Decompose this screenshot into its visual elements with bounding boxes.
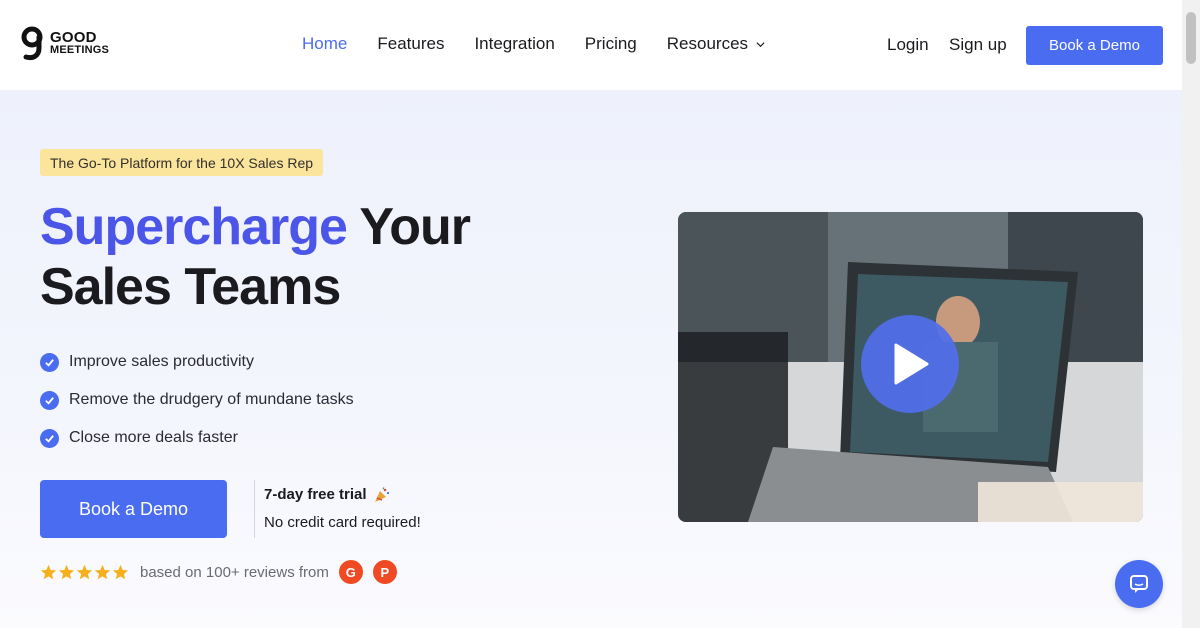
trial-divider <box>254 480 255 538</box>
reviews-text: based on 100+ reviews from <box>140 563 329 581</box>
feature-text: Remove the drudgery of mundane tasks <box>69 391 354 408</box>
star-icon <box>76 564 93 579</box>
feature-text: Improve sales productivity <box>69 353 254 370</box>
nav-item-home[interactable]: Home <box>302 34 347 54</box>
headline-line2: Sales Teams <box>40 258 341 316</box>
brand-logo[interactable]: GOOD MEETINGS <box>20 26 109 62</box>
hero-book-demo-button[interactable]: Book a Demo <box>40 480 227 538</box>
check-circle-icon <box>40 428 59 448</box>
hero-tagline-badge: The Go-To Platform for the 10X Sales Rep <box>40 149 324 176</box>
page-scrollbar[interactable] <box>1182 0 1200 628</box>
brand-name-line1: GOOD <box>50 29 97 46</box>
feature-list: Improve sales productivity Remove the dr… <box>40 343 354 457</box>
check-circle-icon <box>40 390 59 410</box>
nav-item-resources[interactable]: Resources <box>667 34 765 54</box>
nav-item-integration[interactable]: Integration <box>474 34 554 54</box>
play-icon <box>894 343 929 385</box>
demo-video-thumbnail[interactable] <box>678 212 1143 522</box>
nav-item-pricing[interactable]: Pricing <box>585 34 637 54</box>
party-popper-icon <box>374 486 389 502</box>
login-link[interactable]: Login <box>887 35 929 55</box>
brand-name-line2: MEETINGS <box>50 44 110 56</box>
signup-link[interactable]: Sign up <box>949 35 1007 55</box>
trial-title: 7-day free trial <box>264 486 391 503</box>
chat-bubble-icon <box>1130 575 1148 593</box>
star-icon <box>58 564 75 579</box>
trial-title-text: 7-day free trial <box>264 486 367 503</box>
trial-subtext: No credit card required! <box>264 514 421 531</box>
g2-logo-icon[interactable]: G <box>338 560 363 584</box>
check-circle-icon <box>40 352 59 372</box>
hero-section: The Go-To Platform for the 10X Sales Rep… <box>0 90 1182 628</box>
product-hunt-logo-icon[interactable]: P <box>372 560 397 584</box>
scrollbar-thumb[interactable] <box>1186 12 1196 64</box>
nav-item-resources-label: Resources <box>666 34 749 53</box>
review-strip: based on 100+ reviews from G P <box>40 560 407 584</box>
star-rating <box>40 564 130 581</box>
feature-item: Close more deals faster <box>40 419 354 457</box>
feature-text: Close more deals faster <box>69 429 238 446</box>
chevron-down-icon <box>756 41 765 47</box>
headline-accent: Supercharge <box>40 198 348 256</box>
feature-item: Remove the drudgery of mundane tasks <box>40 381 354 419</box>
nav-item-features[interactable]: Features <box>377 34 444 54</box>
star-icon <box>94 564 111 579</box>
header-book-demo-button[interactable]: Book a Demo <box>1026 26 1163 65</box>
feature-item: Improve sales productivity <box>40 343 354 381</box>
hero-headline: Supercharge Your Sales Teams <box>40 197 471 317</box>
g-logo-icon <box>21 26 43 61</box>
headline-part: Your <box>346 198 471 256</box>
site-header: GOOD MEETINGS Home Features Integration … <box>0 0 1182 90</box>
star-icon <box>112 564 129 579</box>
star-icon <box>40 564 57 579</box>
main-nav: Home Features Integration Pricing Resour… <box>302 34 795 54</box>
play-button[interactable] <box>861 315 959 413</box>
chat-widget-button[interactable] <box>1115 560 1163 608</box>
